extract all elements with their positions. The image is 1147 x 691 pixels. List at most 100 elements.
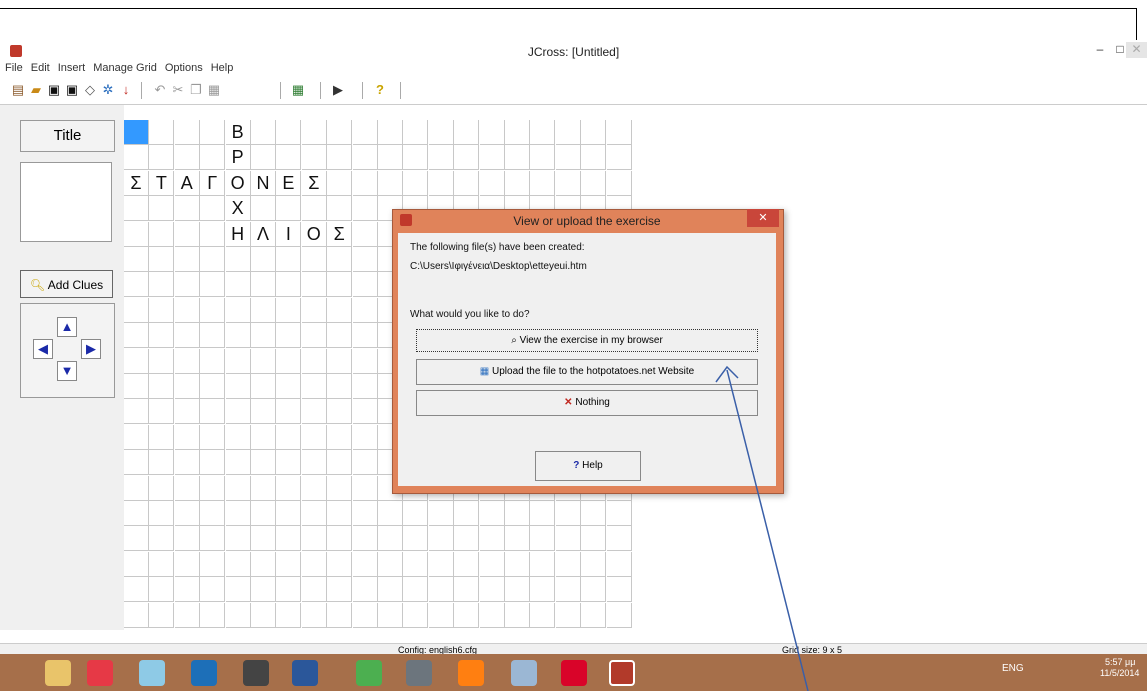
cut-icon[interactable]: ✂ [170,82,186,98]
grid-cell[interactable] [606,501,632,526]
grid-cell[interactable] [327,323,353,349]
nothing-button[interactable]: ✕ Nothing [416,390,758,416]
grid-cell[interactable] [327,551,353,577]
grid-cell[interactable] [251,501,276,526]
grid-cell[interactable] [378,145,403,171]
grid-cell[interactable] [555,170,581,196]
grid-cell[interactable] [530,551,556,577]
grid-cell[interactable] [327,501,353,526]
grid-cell[interactable] [378,170,403,196]
grid-cell[interactable] [352,602,378,628]
grid-cell[interactable] [174,551,200,577]
grid-cell[interactable] [403,577,429,603]
grid-cell[interactable] [352,450,378,476]
grid-cell[interactable] [403,551,429,577]
grid-cell[interactable] [454,526,480,552]
grid-cell[interactable] [149,145,175,171]
grid-cell[interactable] [251,145,276,171]
grid-cell[interactable] [276,501,302,526]
grid-cell[interactable] [149,475,175,501]
file-explorer-icon[interactable] [45,660,71,686]
grid-cell[interactable] [581,551,607,577]
grid-cell[interactable] [327,196,353,222]
grid-cell[interactable] [124,475,149,501]
grid-cell[interactable] [301,577,327,603]
grid-cell[interactable] [225,526,251,552]
grid-cell[interactable] [251,602,276,628]
grid-cell[interactable] [200,450,226,476]
grid-cell[interactable] [225,374,251,399]
grid-cell[interactable] [276,475,302,501]
grid-cell[interactable] [251,272,276,298]
grid-cell[interactable] [378,120,403,145]
grid-cell[interactable] [327,399,353,425]
grid-cell[interactable] [327,272,353,298]
jcross-taskbar-icon[interactable] [609,660,635,686]
grid-cell[interactable] [124,120,149,145]
chrome-icon[interactable] [356,660,382,686]
grid-cell[interactable] [149,221,175,247]
grid-cell[interactable] [403,170,429,196]
grid-cell[interactable]: Α [174,170,200,196]
grid-cell[interactable] [581,170,607,196]
grid-cell[interactable] [479,602,505,628]
grid-cell[interactable] [352,577,378,603]
grid-cell[interactable] [124,145,149,171]
grid-cell[interactable] [530,120,556,145]
grid-cell[interactable] [301,399,327,425]
grid-cell[interactable] [301,247,327,272]
grid-cell[interactable] [352,323,378,349]
grid-cell[interactable] [200,501,226,526]
grid-cell[interactable] [606,145,632,171]
grid-cell[interactable] [174,475,200,501]
grid-cell[interactable] [479,170,505,196]
grid-cell[interactable] [149,272,175,298]
grid-cell[interactable] [327,577,353,603]
grid-cell[interactable] [200,551,226,577]
grid-cell[interactable] [174,120,200,145]
window-icon[interactable] [139,660,165,686]
grid-cell[interactable] [428,145,454,171]
grid-cell[interactable]: Ν [251,170,276,196]
grid-cell[interactable] [149,323,175,349]
grid-cell[interactable] [301,501,327,526]
grid-cell[interactable] [301,348,327,374]
grid-cell[interactable] [251,424,276,450]
grid-cell[interactable] [454,577,480,603]
grid-cell[interactable]: Σ [301,170,327,196]
grid-cell[interactable] [479,145,505,171]
grid-cell[interactable] [225,348,251,374]
grid-cell[interactable] [301,120,327,145]
grid-cell[interactable] [428,602,454,628]
grid-cell[interactable]: Ρ [225,145,251,171]
grid-cell[interactable] [555,120,581,145]
grid-cell[interactable] [454,501,480,526]
grid-cell[interactable]: Σ [327,221,353,247]
grid-cell[interactable] [124,399,149,425]
menu-edit[interactable]: Edit [31,62,50,78]
grid-cell[interactable] [124,221,149,247]
firefox-icon[interactable] [458,660,484,686]
grid-cell[interactable] [378,526,403,552]
grid-cell[interactable] [276,526,302,552]
menu-help[interactable]: Help [211,62,234,78]
grid-cell[interactable] [327,170,353,196]
grid-cell[interactable] [530,145,556,171]
grid-cell[interactable] [327,450,353,476]
grid-cell[interactable] [124,450,149,476]
grid-cell[interactable] [251,196,276,222]
grid-cell[interactable] [352,399,378,425]
grid-cell[interactable] [149,247,175,272]
grid-cell[interactable] [454,170,480,196]
save-as-icon[interactable]: ▣ [64,82,80,98]
grid-cell[interactable] [276,577,302,603]
grid-cell[interactable] [428,170,454,196]
grid-cell[interactable] [200,374,226,399]
down-arrow-icon[interactable]: ▼ [57,361,77,381]
new-icon[interactable]: ▤ [10,82,26,98]
grid-cell[interactable] [124,374,149,399]
grid-cell[interactable] [200,221,226,247]
grid-cell[interactable] [174,602,200,628]
contacts-icon[interactable] [406,660,432,686]
grid-cell[interactable] [251,526,276,552]
